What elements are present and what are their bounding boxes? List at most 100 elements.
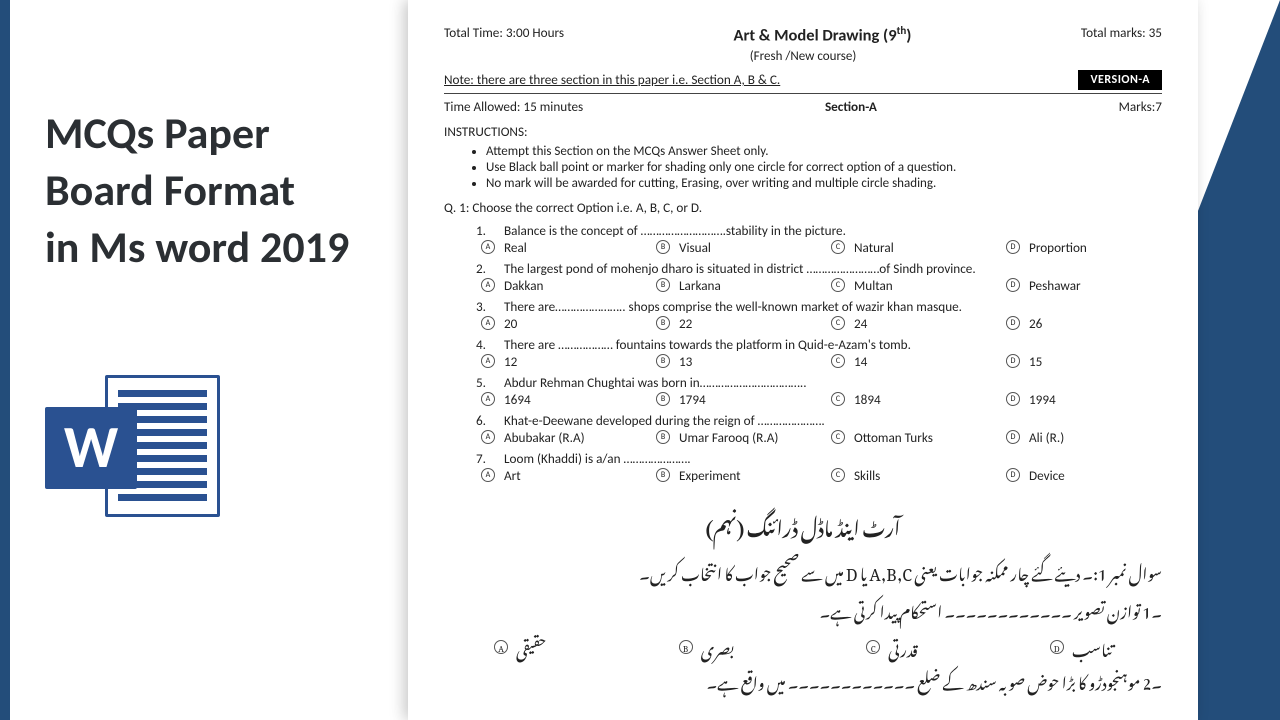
- option-text: Larkana: [679, 277, 721, 294]
- option: C 24: [831, 315, 1006, 332]
- option-letter-icon: B: [656, 392, 670, 406]
- option-letter-icon: B: [656, 354, 670, 368]
- exam-paper: Total Time: 3:00 Hours Art & Model Drawi…: [408, 0, 1198, 720]
- option-letter-icon: A: [481, 240, 495, 254]
- option: A Real: [481, 239, 656, 256]
- question-number: 5.: [476, 374, 492, 391]
- option: D Proportion: [1006, 239, 1151, 256]
- option-text: Art: [504, 467, 521, 484]
- option-letter-icon: B: [656, 278, 670, 292]
- instructions-label: INSTRUCTIONS:: [444, 123, 1162, 140]
- option: A Art: [481, 467, 656, 484]
- option: A20: [481, 315, 656, 332]
- option-letter-icon: B: [656, 240, 670, 254]
- total-marks: Total marks: 35: [1081, 24, 1162, 41]
- option: C14: [831, 353, 1006, 370]
- option-letter-icon: D: [1006, 240, 1020, 254]
- urdu-row-2: ۔2 موہنجودڑو کا بڑا حوض صوبہ سندھ کے ضلع…: [444, 664, 1162, 698]
- question-number: 7.: [476, 450, 492, 467]
- option: DAli (R.): [1006, 429, 1151, 446]
- question-text: Khat-e-Deewane developed during the reig…: [504, 412, 825, 429]
- option: A1694: [481, 391, 656, 408]
- option-text: 1694: [504, 391, 531, 408]
- option-letter-icon: B: [656, 316, 670, 330]
- option: DDevice: [1006, 467, 1151, 484]
- option-letter-icon: A: [481, 468, 495, 482]
- question-item: 1. Balance is the concept of ……………………….st…: [476, 222, 1162, 256]
- option: B Visual: [656, 239, 831, 256]
- option-text: Proportion: [1029, 239, 1087, 256]
- option-text: 24: [854, 315, 867, 332]
- option-letter-icon: B: [656, 430, 670, 444]
- urdu-title: آرٹ اینڈ ماڈل ڈرائنگ (نہم): [444, 506, 1162, 546]
- question-number: 1.: [476, 222, 492, 239]
- option-text: 1894: [854, 391, 881, 408]
- title-line-3: in Ms word 2019: [45, 219, 349, 276]
- option: B Larkana: [656, 277, 831, 294]
- section-label: Section-A: [825, 98, 877, 115]
- total-time: Total Time: 3:00 Hours: [444, 24, 564, 41]
- option: A Dakkan: [481, 277, 656, 294]
- option: COttoman Turks: [831, 429, 1006, 446]
- option-letter-icon: A: [481, 430, 495, 444]
- option-text: 13: [679, 353, 692, 370]
- option: D26: [1006, 315, 1151, 332]
- list-item: No mark will be awarded for cutting, Era…: [486, 176, 1162, 191]
- urdu-q1: سوال نمبر 1:۔ دیئے گئے چار ممکنہ جوابات …: [444, 555, 1162, 589]
- option-text: 12: [504, 353, 517, 370]
- note: Note: there are three section in this pa…: [444, 71, 780, 88]
- question-text: The largest pond of mohenjo dharo is sit…: [504, 260, 976, 277]
- urdu-row-1: ۔1 توازن تصویر ۔۔۔۔۔۔۔۔۔۔۔۔ استحکام پیدا…: [444, 593, 1162, 627]
- option: AAbubakar (R.A): [481, 429, 656, 446]
- option-text: Visual: [679, 239, 711, 256]
- question-item: 5. Abdur Rehman Chughtai was born in………………: [476, 374, 1162, 408]
- option-letter-icon: C: [831, 278, 845, 292]
- subtitle: (Fresh /New course): [444, 49, 1162, 64]
- option-letter-icon: C: [831, 240, 845, 254]
- option-text: 26: [1029, 315, 1042, 332]
- option: D1994: [1006, 391, 1151, 408]
- paper-title: Art & Model Drawing (9th): [733, 24, 911, 46]
- option-text: Ottoman Turks: [854, 429, 933, 446]
- question-number: 6.: [476, 412, 492, 429]
- question-item: 6. Khat-e-Deewane developed during the re…: [476, 412, 1162, 446]
- list-item: Use Black ball point or marker for shadi…: [486, 160, 1162, 175]
- option: C Multan: [831, 277, 1006, 294]
- option-text: Multan: [854, 277, 893, 294]
- option: BExperiment: [656, 467, 831, 484]
- question-item: 7. Loom (Khaddi) is a/an …………………. A Art BExp…: [476, 450, 1162, 484]
- option-letter-icon: D: [1006, 278, 1020, 292]
- urdu-options: Aحقیقی Bبصری Cقدرتی Dتناسب: [494, 631, 1112, 665]
- option: B22: [656, 315, 831, 332]
- question-text: Balance is the concept of ……………………….stab…: [504, 222, 846, 239]
- version-badge: VERSION-A: [1078, 70, 1162, 90]
- option: A12: [481, 353, 656, 370]
- title-line-1: MCQs Paper: [45, 105, 349, 162]
- option-text: 20: [504, 315, 517, 332]
- option-text: Umar Farooq (R.A): [679, 429, 778, 446]
- option: CSkills: [831, 467, 1006, 484]
- question-text: There are ……………… fountains towards the p…: [504, 336, 911, 353]
- question-text: Loom (Khaddi) is a/an ………………….: [504, 450, 691, 467]
- question-text: Abdur Rehman Chughtai was born in……………………: [504, 374, 807, 391]
- list-item: Attempt this Section on the MCQs Answer …: [486, 144, 1162, 159]
- question-number: 3.: [476, 298, 492, 315]
- option-letter-icon: C: [831, 354, 845, 368]
- option-text: Ali (R.): [1029, 429, 1064, 446]
- section-marks: Marks:7: [1119, 98, 1162, 115]
- instructions-list: Attempt this Section on the MCQs Answer …: [486, 144, 1162, 191]
- option-letter-icon: C: [831, 316, 845, 330]
- option-letter-icon: D: [1006, 392, 1020, 406]
- option-text: Real: [504, 239, 527, 256]
- time-allowed: Time Allowed: 15 minutes: [444, 98, 583, 115]
- question-item: 2.The largest pond of mohenjo dharo is s…: [476, 260, 1162, 294]
- question-text: There are………………….. shops comprise the we…: [504, 298, 962, 315]
- option-text: Dakkan: [504, 277, 543, 294]
- option-letter-icon: A: [481, 278, 495, 292]
- option: DPeshawar: [1006, 277, 1151, 294]
- option: B Umar Farooq (R.A): [656, 429, 831, 446]
- option-letter-icon: B: [656, 468, 670, 482]
- option-text: Skills: [854, 467, 880, 484]
- option-text: 1794: [679, 391, 706, 408]
- question-item: 3. There are………………….. shops comprise the …: [476, 298, 1162, 332]
